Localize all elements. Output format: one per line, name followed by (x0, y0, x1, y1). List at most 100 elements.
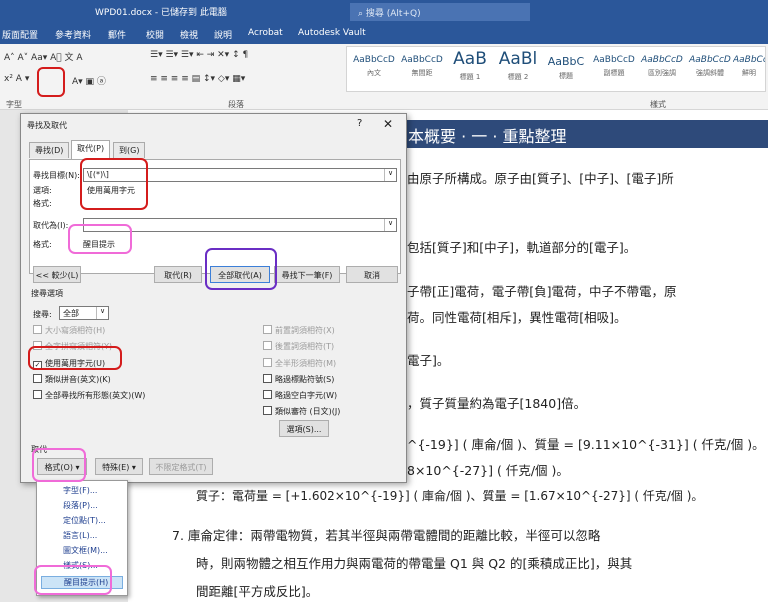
title-bar: WPD01.docx - 已儲存到 此電腦 ⌕ 搜尋 (Alt+Q) (0, 0, 768, 24)
menu-item-paragraph[interactable]: 段落(P)... (63, 500, 98, 511)
find-format-label: 格式: (33, 199, 52, 208)
document-line: ，質子質量約為電子[1840]倍。 (407, 396, 587, 411)
style-name: 標題 (559, 72, 573, 80)
checkbox-icon (33, 390, 42, 399)
ribbon-tabs: 版面配置 參考資料 郵件 校閱 檢視 說明 Acrobat Autodesk V… (0, 24, 768, 44)
annotation-replace-all-ring (205, 248, 277, 290)
tab-goto[interactable]: 到(G) (113, 142, 146, 158)
style-subtitle[interactable]: AaBbCcD 副標題 (589, 49, 639, 89)
checkbox-label: 略過空白字元(W) (275, 391, 338, 400)
search-direction-label: 搜尋: (33, 310, 52, 319)
search-options-heading: 搜尋選項 (31, 289, 63, 298)
style-name: 標題 2 (507, 73, 529, 81)
search-box[interactable]: ⌕ 搜尋 (Alt+Q) (350, 3, 530, 21)
menu-item-frame[interactable]: 圖文框(M)... (63, 545, 108, 556)
checkbox-label: 全部尋找所有形態(英文)(W) (45, 391, 146, 400)
replace-button[interactable]: 取代(R) (154, 266, 202, 283)
checkbox-icon (33, 325, 42, 334)
style-title[interactable]: AaBbC 標題 (541, 49, 591, 89)
chevron-down-icon[interactable]: ∨ (384, 169, 396, 181)
ignore-punct-checkbox[interactable]: 略過標點符號(S) (263, 374, 334, 385)
styles-gallery: AaBbCcD 內文 AaBbCcD 無間距 AaB 標題 1 AaBl 標題 2 Aa… (346, 46, 766, 92)
font-size-icons[interactable]: A˄ A˅ Aa▾ A⃝ 文 A (4, 50, 83, 63)
style-preview: AaBbCcD (353, 55, 395, 65)
checkbox-icon (263, 341, 272, 350)
tab-replace[interactable]: 取代(P) (71, 140, 111, 159)
search-direction-select[interactable]: 全部 ∨ (59, 306, 109, 320)
match-prefix-checkbox[interactable]: 前置詞須相符(X) (263, 325, 335, 336)
style-preview: AaB (453, 49, 487, 69)
style-preview: AaBbCcD (689, 55, 731, 65)
find-next-button[interactable]: 尋找下一筆(F) (274, 266, 340, 283)
checkbox-icon (263, 406, 272, 415)
search-direction-value: 全部 (63, 309, 79, 318)
close-button[interactable]: ✕ (383, 117, 393, 131)
ignore-space-checkbox[interactable]: 略過空白字元(W) (263, 390, 337, 401)
list-icons[interactable]: ☰▾ ☰▾ ☰▾ ⇤ ⇥ ✕▾ ↕ ¶ (150, 50, 248, 60)
style-intense[interactable]: AaBbCcD 鮮明 (733, 49, 765, 89)
document-title: WPD01.docx - 已儲存到 此電腦 (95, 8, 227, 18)
tab-view[interactable]: 檢視 (180, 28, 198, 41)
style-normal[interactable]: AaBbCcD 內文 (349, 49, 399, 89)
style-name: 副標題 (603, 69, 625, 77)
replace-label: 取代為(I): (33, 221, 69, 230)
checkbox-label: 大小寫須相符(H) (45, 326, 106, 335)
checkbox-label: 全半形須相符(M) (275, 359, 337, 368)
style-name: 區別強調 (648, 69, 676, 77)
document-line: 8×10^{-27}] ( 仟克/個 )。 (407, 463, 569, 478)
tab-autodesk-vault[interactable]: Autodesk Vault (298, 28, 366, 38)
options-button[interactable]: 選項(S)... (279, 420, 329, 437)
menu-item-language[interactable]: 語言(L)... (63, 530, 97, 541)
annotation-wildcards-ring (28, 346, 122, 370)
style-no-spacing[interactable]: AaBbCcD 無間距 (397, 49, 447, 89)
sounds-like-checkbox[interactable]: 類似拼音(英文)(K) (33, 374, 111, 385)
options-label: 選項: (33, 186, 52, 195)
tab-find[interactable]: 尋找(D) (29, 142, 70, 158)
help-button[interactable]: ? (357, 118, 362, 129)
styles-group-label: 樣式 (650, 100, 666, 109)
paragraph-group-label: 段落 (228, 100, 244, 109)
style-emphasis[interactable]: AaBbCcD 強調斜體 (685, 49, 735, 89)
annotation-highlight-item-ring (34, 565, 112, 595)
menu-item-font[interactable]: 字型(F)... (63, 485, 97, 496)
chevron-down-icon[interactable]: ∨ (96, 307, 108, 319)
no-formatting-button[interactable]: 不限定格式(T) (149, 458, 213, 475)
tab-acrobat[interactable]: Acrobat (248, 28, 283, 38)
style-preview: AaBl (498, 49, 538, 69)
match-case-checkbox[interactable]: 大小寫須相符(H) (33, 325, 105, 336)
style-heading-1[interactable]: AaB 標題 1 (445, 49, 495, 89)
sounds-like-jp-checkbox[interactable]: 類似審符 (日文)(J) (263, 406, 340, 417)
checkbox-icon (263, 374, 272, 383)
match-width-checkbox[interactable]: 全半形須相符(M) (263, 358, 336, 369)
style-heading-2[interactable]: AaBl 標題 2 (493, 49, 543, 89)
align-icons[interactable]: ≡ ≡ ≡ ≡ ▤ ↕▾ ◇▾ ▦▾ (150, 74, 245, 84)
document-line: 包括[質子]和[中子]，軌道部分的[電子]。 (407, 240, 637, 255)
tab-references[interactable]: 參考資料 (55, 28, 91, 41)
checkbox-icon (263, 325, 272, 334)
style-preview: AaBbC (547, 55, 585, 68)
checkbox-icon (33, 374, 42, 383)
checkbox-label: 後置詞須相符(T) (275, 342, 335, 351)
menu-item-tabs[interactable]: 定位點(T)... (63, 515, 106, 526)
tab-help[interactable]: 說明 (214, 28, 232, 41)
match-suffix-checkbox[interactable]: 後置詞須相符(T) (263, 341, 334, 352)
tab-layout[interactable]: 版面配置 (2, 28, 38, 41)
font-color-icon[interactable]: A▾ ▣ ⓐ (72, 74, 106, 87)
document-line: ^{-19}] ( 庫侖/個 )、質量 = [9.11×10^{-31}] ( … (407, 437, 765, 452)
style-subtle-emphasis[interactable]: AaBbCcD 區別強調 (637, 49, 687, 89)
annotation-find-ring (80, 158, 148, 210)
cancel-button[interactable]: 取消 (346, 266, 398, 283)
font-format-icons[interactable]: x² A ▾ (4, 74, 29, 84)
tab-review[interactable]: 校閱 (146, 28, 164, 41)
style-preview: AaBbCcD (733, 55, 765, 65)
less-button[interactable]: << 較少(L) (33, 266, 81, 283)
chevron-down-icon[interactable]: ∨ (384, 219, 396, 231)
font-group-label: 字型 (6, 100, 22, 109)
tab-mailings[interactable]: 郵件 (108, 28, 126, 41)
dialog-title: 尋找及取代 (27, 121, 67, 130)
style-name: 鮮明 (742, 69, 756, 77)
special-button[interactable]: 特殊(E) ▾ (95, 458, 143, 475)
checkbox-label: 前置詞須相符(X) (275, 326, 335, 335)
word-forms-checkbox[interactable]: 全部尋找所有形態(英文)(W) (33, 390, 145, 401)
document-line: 間距離[平方成反比]。 (196, 584, 319, 599)
